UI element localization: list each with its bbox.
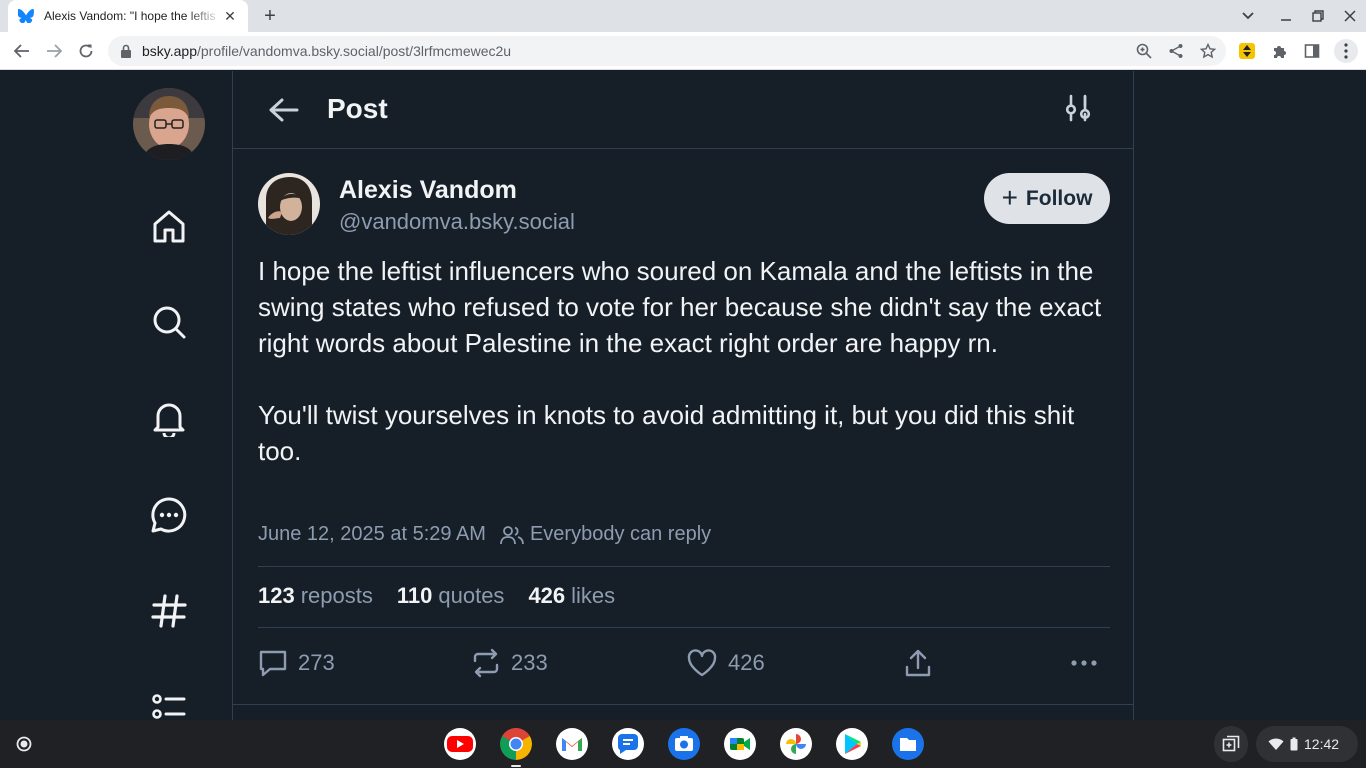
extension-honey-icon[interactable] — [1237, 41, 1257, 61]
minimize-icon[interactable] — [1276, 6, 1296, 26]
zoom-icon[interactable] — [1134, 41, 1154, 61]
home-icon[interactable] — [148, 205, 190, 247]
reload-icon[interactable] — [74, 39, 98, 63]
messages-icon[interactable] — [612, 728, 644, 760]
author-handle[interactable]: @vandomva.bsky.social — [339, 209, 575, 235]
lists-icon[interactable] — [148, 686, 190, 720]
tab-search-icon[interactable] — [1238, 6, 1258, 26]
address-bar[interactable]: bsky.app/profile/vandomva.bsky.social/po… — [108, 36, 1226, 66]
lock-icon[interactable] — [120, 44, 134, 58]
post-meta: June 12, 2025 at 5:29 AM Everybody can r… — [258, 523, 711, 546]
overview-button[interactable] — [1214, 726, 1248, 762]
author-name[interactable]: Alexis Vandom — [339, 176, 517, 205]
like-button[interactable]: 426 — [686, 647, 765, 679]
tab-strip: Alexis Vandom: "I hope the leftis ✕ + — [0, 0, 1366, 32]
post-stats: 123 reposts 110 quotes 426 likes — [258, 583, 615, 609]
chat-icon[interactable] — [148, 494, 190, 536]
share-upload-icon — [905, 649, 931, 677]
divider — [233, 704, 1133, 705]
extensions-puzzle-icon[interactable] — [1270, 41, 1290, 61]
reposts-count: 123 — [258, 583, 295, 608]
reply-setting[interactable]: Everybody can reply — [530, 523, 711, 546]
bell-icon[interactable] — [148, 397, 190, 439]
reposts-label: reposts — [300, 583, 373, 608]
back-arrow-icon[interactable] — [10, 39, 34, 63]
arrow-left-icon — [269, 98, 299, 122]
os-shelf: 12:42 — [0, 720, 1366, 768]
wifi-icon — [1268, 738, 1284, 750]
play-store-icon[interactable] — [836, 728, 868, 760]
people-icon — [500, 525, 524, 545]
quotes-label: quotes — [438, 583, 505, 608]
url-path: /profile/vandomva.bsky.social/post/3lrfm… — [197, 43, 512, 59]
files-icon[interactable] — [892, 728, 924, 760]
quotes-count: 110 — [396, 583, 433, 608]
post-column: Post Alexis Vandom @vandomva.bsky.social… — [232, 71, 1134, 720]
reposts-stat[interactable]: 123 reposts — [258, 583, 373, 609]
reply-bubble-icon — [259, 650, 287, 677]
left-navigation — [120, 71, 220, 720]
back-button[interactable] — [267, 93, 301, 127]
likes-stat[interactable]: 426 likes — [528, 583, 615, 609]
close-window-icon[interactable] — [1340, 6, 1360, 26]
photos-icon[interactable] — [780, 728, 812, 760]
forward-arrow-icon[interactable] — [42, 39, 66, 63]
status-tray[interactable]: 12:42 — [1256, 726, 1358, 762]
page-title: Post — [327, 93, 388, 124]
like-count: 426 — [728, 650, 765, 675]
heart-icon — [687, 649, 717, 677]
browser-toolbar: bsky.app/profile/vandomva.bsky.social/po… — [0, 32, 1366, 70]
camera-icon[interactable] — [668, 728, 700, 760]
browser-tab[interactable]: Alexis Vandom: "I hope the leftis ✕ — [8, 0, 248, 32]
launcher-icon[interactable] — [8, 728, 40, 760]
youtube-icon[interactable] — [444, 728, 476, 760]
share-post-button[interactable] — [903, 647, 933, 679]
follow-button[interactable]: + Follow — [984, 173, 1110, 224]
url-text: bsky.app/profile/vandomva.bsky.social/po… — [142, 43, 511, 59]
follow-label: Follow — [1025, 186, 1093, 210]
new-tab-button[interactable]: + — [258, 5, 282, 27]
post-text: I hope the leftist influencers who soure… — [258, 253, 1118, 469]
clock: 12:42 — [1304, 736, 1340, 752]
thread-settings-button[interactable] — [1063, 93, 1093, 123]
divider — [258, 566, 1110, 567]
reply-count: 273 — [298, 650, 335, 675]
plus-icon: + — [1001, 181, 1018, 213]
side-panel-icon[interactable] — [1302, 41, 1322, 61]
gmail-icon[interactable] — [556, 728, 588, 760]
reply-button[interactable]: 273 — [258, 647, 335, 679]
meet-icon[interactable] — [724, 728, 756, 760]
likes-count: 426 — [528, 583, 566, 608]
url-domain: bsky.app — [142, 43, 197, 59]
user-avatar[interactable] — [133, 88, 205, 160]
sliders-icon — [1065, 94, 1091, 122]
repost-icon — [473, 648, 499, 678]
bluesky-butterfly-icon — [18, 8, 34, 24]
column-header: Post — [233, 71, 1133, 149]
search-icon[interactable] — [148, 301, 190, 343]
desks-icon — [1222, 735, 1240, 752]
post-paragraph: You'll twist yourselves in knots to avoi… — [258, 400, 1082, 466]
more-options-button[interactable] — [1069, 647, 1099, 679]
active-app-indicator — [511, 765, 521, 767]
chrome-icon[interactable] — [500, 728, 532, 760]
likes-label: likes — [571, 583, 616, 608]
menu-kebab-icon[interactable] — [1334, 39, 1358, 63]
hashtag-icon[interactable] — [148, 590, 190, 632]
repost-count: 233 — [511, 650, 548, 675]
bookmark-star-icon[interactable] — [1198, 41, 1218, 61]
author-avatar[interactable] — [258, 173, 320, 235]
restore-icon[interactable] — [1308, 6, 1328, 26]
post-paragraph: I hope the leftist influencers who soure… — [258, 256, 1109, 358]
battery-icon — [1290, 737, 1298, 751]
post-timestamp[interactable]: June 12, 2025 at 5:29 AM — [258, 523, 486, 546]
repost-button[interactable]: 233 — [471, 647, 548, 679]
quotes-stat[interactable]: 110 quotes — [397, 583, 505, 609]
tab-close-icon[interactable]: ✕ — [222, 8, 238, 24]
divider — [258, 627, 1110, 628]
ellipsis-icon — [1071, 660, 1097, 666]
tab-title: Alexis Vandom: "I hope the leftis — [44, 9, 216, 23]
share-icon[interactable] — [1166, 41, 1186, 61]
bluesky-page: Post Alexis Vandom @vandomva.bsky.social… — [0, 71, 1366, 720]
